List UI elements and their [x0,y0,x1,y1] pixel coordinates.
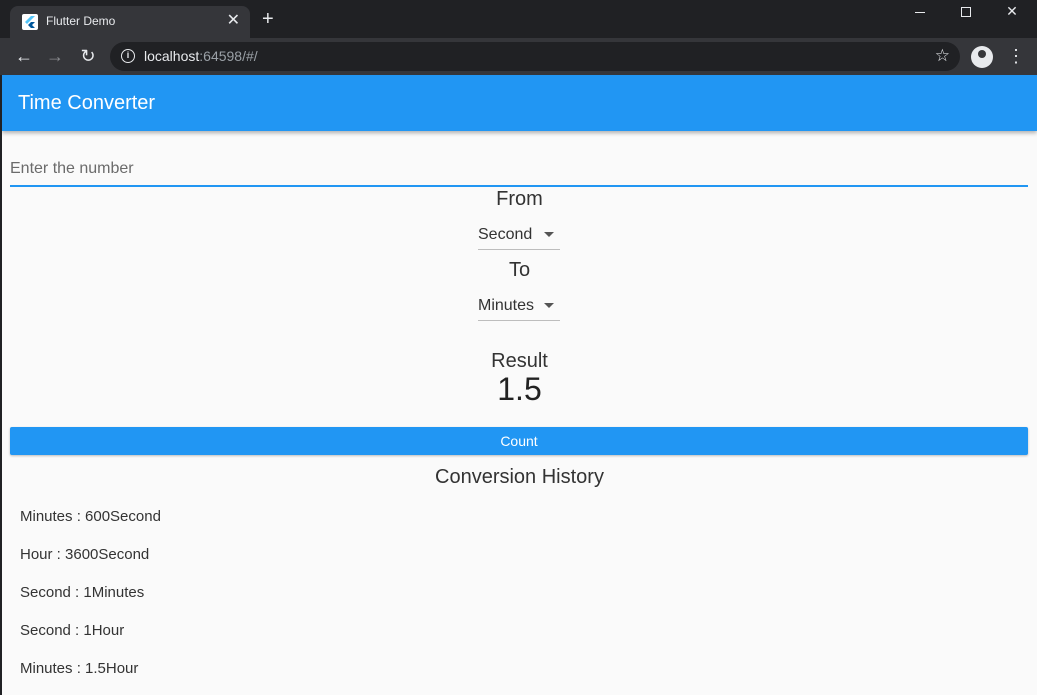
browser-menu-icon[interactable]: ⋮ [1006,46,1026,68]
history-list: Minutes : 600Second Hour : 3600Second Se… [20,508,161,695]
history-item: Second : 1Hour [20,622,125,639]
site-info-icon[interactable]: i [121,49,135,63]
url-text: localhost:64598/#/ [144,48,258,64]
dropdown-caret-icon [544,303,554,308]
dropdown-caret-icon [544,232,554,237]
reload-icon[interactable]: ↻ [75,44,101,70]
window-close-button[interactable]: ✕ [989,0,1035,30]
history-item: Minutes : 600Second [20,508,161,525]
to-unit-dropdown[interactable]: Minutes [478,291,560,321]
window-maximize-button[interactable] [943,0,989,30]
result-label: Result [491,350,548,372]
new-tab-plus-icon[interactable]: + [262,9,274,29]
browser-tab[interactable]: Flutter Demo ✕ [10,6,250,38]
app-bar: Time Converter [2,75,1037,131]
to-label: To [508,259,531,281]
result-value: 1.5 [497,371,542,407]
app-viewport: Time Converter From Second To Minutes Re… [2,75,1037,695]
url-host: localhost [144,48,200,64]
browser-tab-strip: Flutter Demo ✕ + ✕ [0,0,1037,38]
window-minimize-button[interactable] [897,0,943,30]
url-path: :64598/#/ [199,48,258,64]
tab-close-icon[interactable]: ✕ [227,12,240,30]
from-label: From [496,188,543,210]
tab-title: Flutter Demo [46,14,116,28]
number-input[interactable] [10,145,1028,187]
history-item: Minutes : 1.5Hour [20,660,139,677]
history-title: Conversion History [435,466,604,488]
from-unit-value: Second [478,226,533,243]
profile-avatar-icon[interactable] [971,46,993,68]
address-bar[interactable]: i localhost:64598/#/ ☆ [110,42,960,71]
forward-arrow-icon[interactable]: → [42,44,68,70]
page-title: Time Converter [18,92,156,114]
history-item: Hour : 3600Second [20,546,150,563]
history-item: Second : 1Minutes [20,584,145,601]
to-unit-value: Minutes [478,297,535,314]
count-button[interactable]: Count [10,427,1028,455]
from-unit-dropdown[interactable]: Second [478,220,560,250]
browser-toolbar: ← → ↻ i localhost:64598/#/ ☆ ⋮ [0,38,1037,75]
flutter-favicon-icon [22,14,38,30]
bookmark-star-icon[interactable]: ☆ [935,46,950,66]
back-arrow-icon[interactable]: ← [11,44,37,70]
